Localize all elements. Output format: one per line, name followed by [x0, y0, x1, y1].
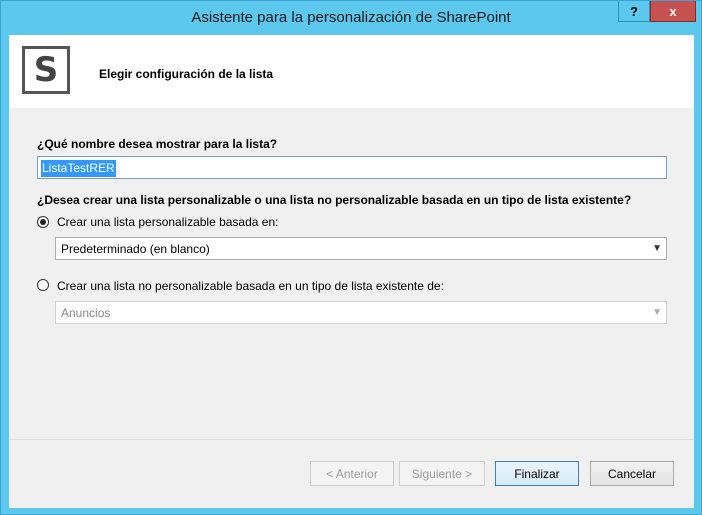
window-title: Asistente para la personalización de Sha…	[191, 9, 511, 26]
noncustom-list-radio-label[interactable]: Crear una lista no personalizable basada…	[57, 279, 444, 293]
logo-letter: S	[33, 50, 59, 90]
list-name-value: ListaTestRER	[41, 160, 116, 177]
custom-list-radio-label[interactable]: Crear una lista personalizable basada en…	[57, 215, 278, 229]
footer-separator	[9, 439, 694, 440]
existing-list-type-select: Anuncios ▼	[55, 301, 667, 324]
sharepoint-logo-icon: S	[22, 46, 70, 94]
chevron-down-icon: ▼	[652, 307, 662, 318]
wizard-window: Asistente para la personalización de Sha…	[0, 0, 702, 515]
next-button[interactable]: Siguiente >	[399, 461, 485, 486]
title-bar[interactable]: Asistente para la personalización de Sha…	[1, 1, 701, 35]
close-button[interactable]: x	[650, 1, 696, 22]
existing-list-type-value: Anuncios	[61, 306, 111, 320]
custom-list-template-select[interactable]: Predeterminado (en blanco) ▼	[55, 237, 667, 260]
wizard-body: S Elegir configuración de la lista ¿Qué …	[9, 35, 694, 508]
help-button[interactable]: ?	[618, 1, 650, 22]
list-type-question-label: ¿Desea crear una lista personalizable o …	[37, 193, 632, 207]
wizard-header: S Elegir configuración de la lista	[9, 35, 694, 108]
back-button[interactable]: < Anterior	[310, 461, 394, 486]
finish-button[interactable]: Finalizar	[495, 461, 579, 486]
name-question-label: ¿Qué nombre desea mostrar para la lista?	[37, 137, 278, 151]
page-title: Elegir configuración de la lista	[99, 67, 274, 81]
noncustom-list-radio[interactable]	[37, 279, 49, 291]
cancel-button[interactable]: Cancelar	[590, 461, 674, 486]
custom-list-radio[interactable]	[37, 216, 49, 228]
custom-list-template-value: Predeterminado (en blanco)	[61, 242, 210, 256]
list-name-input[interactable]: ListaTestRER	[37, 156, 667, 179]
chevron-down-icon: ▼	[652, 243, 662, 254]
